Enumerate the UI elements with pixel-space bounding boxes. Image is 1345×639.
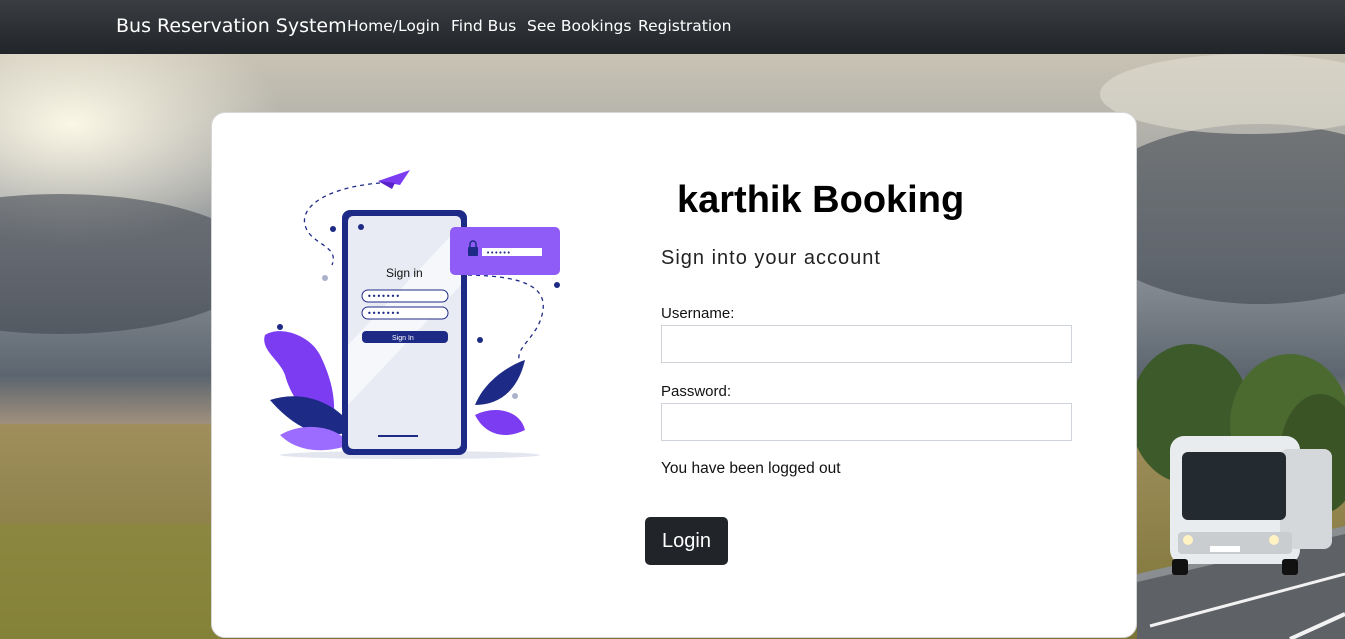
navbar-brand[interactable]: Bus Reservation System [116, 15, 347, 37]
nav-link-home-login[interactable]: Home/Login [347, 17, 440, 35]
top-navbar: Bus Reservation System Home/Login Find B… [0, 0, 1345, 54]
phone-title: Sign in [386, 266, 423, 280]
page-title: karthik Booking [677, 179, 965, 221]
password-label: Password: [661, 383, 732, 400]
nav-link-registration[interactable]: Registration [638, 17, 731, 35]
paper-plane-icon [378, 170, 410, 189]
nav-link-see-bookings[interactable]: See Bookings [527, 17, 631, 35]
username-label: Username: [661, 305, 735, 322]
login-button[interactable]: Login [645, 517, 728, 565]
logout-status-message: You have been logged out [661, 460, 841, 477]
nav-link-find-bus[interactable]: Find Bus [451, 17, 516, 35]
username-input[interactable] [661, 325, 1072, 363]
login-card: Sign in ••••••• ••••••• Sign In •••••• k… [211, 112, 1137, 638]
phone-field-1: ••••••• [367, 292, 400, 301]
login-illustration: Sign in ••••••• ••••••• Sign In •••••• [264, 170, 560, 459]
phone-field-2: ••••••• [367, 309, 400, 318]
sign-in-subtitle: Sign into your account [661, 247, 881, 269]
popup-masked-password: •••••• [486, 249, 511, 257]
password-input[interactable] [661, 403, 1072, 441]
phone-button: Sign In [392, 335, 414, 342]
